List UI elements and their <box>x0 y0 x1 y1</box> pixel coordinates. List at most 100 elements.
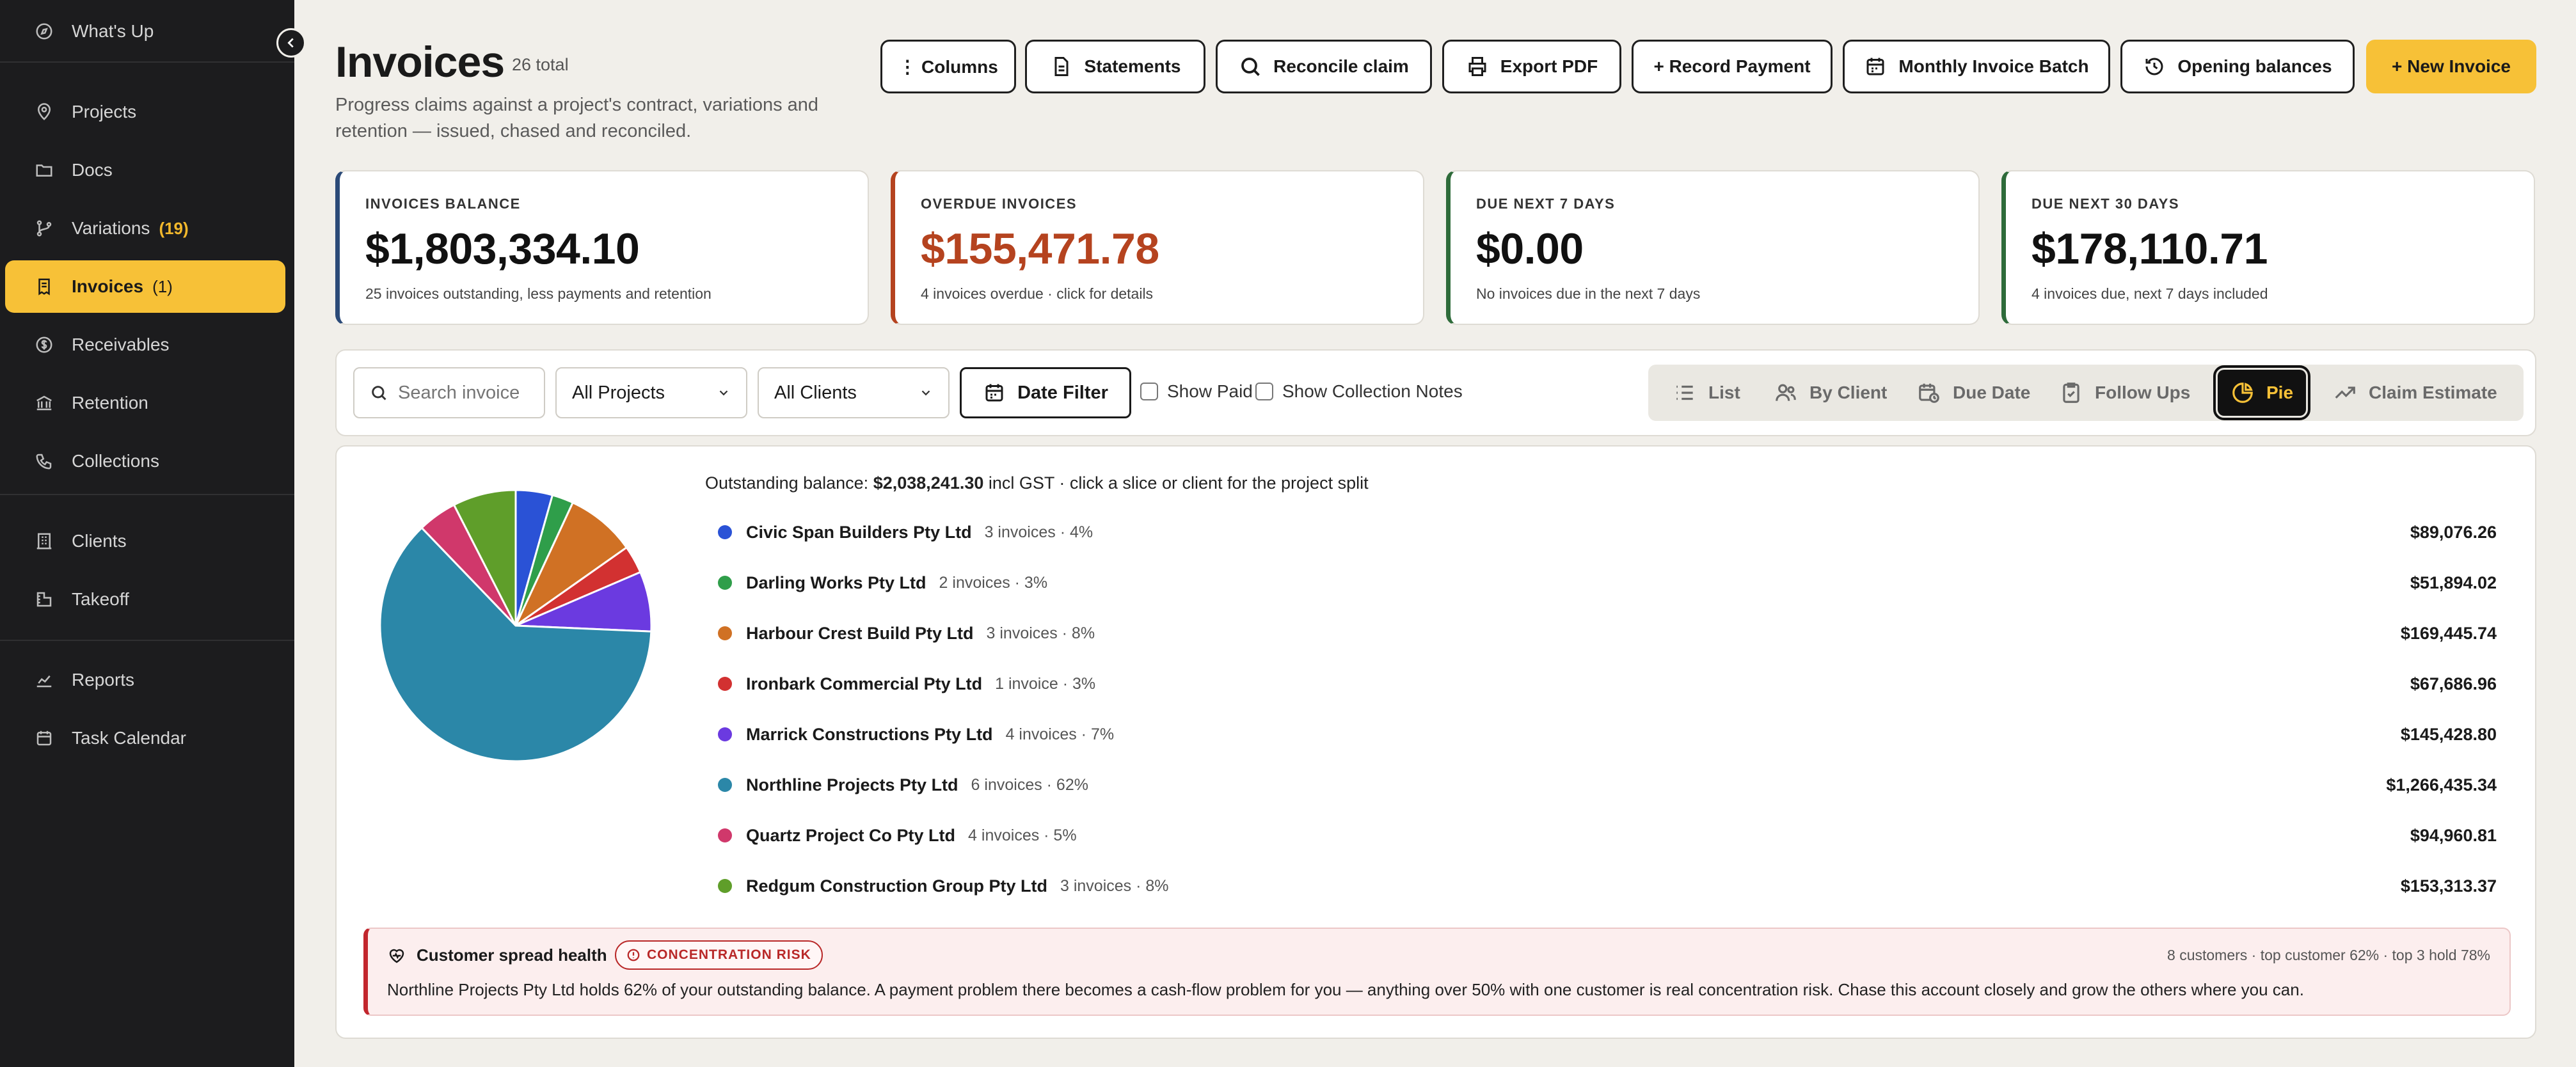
search-icon <box>372 386 386 400</box>
card-subtext: 25 invoices outstanding, less payments a… <box>365 285 712 302</box>
search-input[interactable] <box>398 382 520 404</box>
view-by-client-tab[interactable]: By Client <box>1761 370 1900 416</box>
compass-icon <box>35 22 54 41</box>
client-amount: $67,686.96 <box>2410 674 2497 693</box>
client-meta: 6 invoices · 62% <box>971 775 1088 794</box>
view-tab-label: List <box>1708 383 1740 402</box>
new-invoice-button[interactable]: + New Invoice <box>2366 40 2536 93</box>
sidebar-item-clients[interactable]: Clients <box>5 515 285 567</box>
heart-pulse-icon <box>389 949 404 963</box>
invoices-count: (1) <box>152 276 173 296</box>
sidebar-item-retention[interactable]: Retention <box>5 377 285 429</box>
collapse-sidebar-button[interactable] <box>276 28 306 58</box>
search-box[interactable] <box>353 367 545 418</box>
folder-icon <box>35 161 54 180</box>
client-row[interactable]: Quartz Project Co Pty Ltd 4 invoices · 5… <box>718 823 2497 848</box>
view-due-date-tab[interactable]: Due Date <box>1904 370 2043 416</box>
view-claim-estimate-tab[interactable]: Claim Estimate <box>2320 370 2510 416</box>
sidebar-item-collections[interactable]: Collections <box>5 435 285 487</box>
client-meta: 3 invoices · 8% <box>1060 876 1169 895</box>
reconcile-claim-button[interactable]: Reconcile claim <box>1216 40 1432 93</box>
show-collection-notes-checkbox[interactable]: Show Collection Notes <box>1255 381 1463 402</box>
sidebar-item-whats-up[interactable]: What's Up <box>5 5 285 58</box>
client-name: Northline Projects Pty Ltd <box>746 775 958 794</box>
sidebar-item-label: Takeoff <box>72 589 129 609</box>
sidebar-item-label: Variations <box>72 218 150 238</box>
legend-dot <box>718 576 732 590</box>
overdue-invoices-card[interactable]: OVERDUE INVOICES $155,471.78 4 invoices … <box>891 170 1424 325</box>
receipt-icon <box>35 277 54 296</box>
sidebar-item-reports[interactable]: Reports <box>5 654 285 706</box>
sidebar-item-invoices[interactable]: Invoices (1) <box>5 260 285 313</box>
client-name: Quartz Project Co Pty Ltd <box>746 825 956 845</box>
export-pdf-button[interactable]: Export PDF <box>1442 40 1621 93</box>
calendar-clock-icon <box>1919 383 1939 403</box>
building-icon <box>35 532 54 551</box>
columns-label: ⋮ Columns <box>898 56 998 77</box>
card-subtext: 4 invoices overdue · click for details <box>921 285 1154 302</box>
opening-balances-label: Opening balances <box>2177 56 2332 76</box>
badge-label: CONCENTRATION RISK <box>647 947 811 962</box>
view-pie-tab[interactable]: Pie <box>2213 365 2311 420</box>
client-name: Civic Span Builders Pty Ltd <box>746 522 972 542</box>
card-value: $0.00 <box>1476 225 1584 273</box>
page-title: Invoices <box>335 38 505 86</box>
columns-button[interactable]: ⋮ Columns <box>880 40 1016 93</box>
date-filter-label: Date Filter <box>1017 382 1108 403</box>
client-meta: 4 invoices · 5% <box>968 826 1077 844</box>
client-select[interactable]: All Clients <box>758 367 950 418</box>
card-subtext: No invoices due in the next 7 days <box>1476 285 1701 302</box>
client-row[interactable]: Marrick Constructions Pty Ltd 4 invoices… <box>718 722 2497 747</box>
record-payment-button[interactable]: + Record Payment <box>1632 40 1833 93</box>
view-tab-label: Claim Estimate <box>2369 383 2497 402</box>
chevron-down-icon <box>719 390 728 396</box>
client-row[interactable]: Redgum Construction Group Pty Ltd 3 invo… <box>718 873 2497 899</box>
client-row[interactable]: Harbour Crest Build Pty Ltd 3 invoices ·… <box>718 620 2497 646</box>
client-pie-chart[interactable] <box>375 485 656 766</box>
monthly-invoice-batch-button[interactable]: Monthly Invoice Batch <box>1843 40 2110 93</box>
outstanding-amount: $2,038,241.30 <box>873 473 984 493</box>
client-row[interactable]: Darling Works Pty Ltd 2 invoices · 3% $5… <box>718 570 2497 596</box>
client-row[interactable]: Northline Projects Pty Ltd 6 invoices · … <box>718 772 2497 798</box>
invoices-balance-card[interactable]: INVOICES BALANCE $1,803,334.10 25 invoic… <box>335 170 869 325</box>
filter-bar: All Projects All Clients Date Filter Sho… <box>335 349 2536 436</box>
client-name: Ironbark Commercial Pty Ltd <box>746 674 983 693</box>
outstanding-balance-summary: Outstanding balance: $2,038,241.30 incl … <box>705 473 1369 493</box>
health-message: Northline Projects Pty Ltd holds 62% of … <box>387 980 2304 999</box>
show-paid-checkbox[interactable]: Show Paid <box>1140 381 1253 402</box>
due-next-30-days-card[interactable]: DUE NEXT 30 DAYS $178,110.71 4 invoices … <box>2001 170 2535 325</box>
view-follow-ups-tab[interactable]: Follow Ups <box>2046 370 2203 416</box>
client-row[interactable]: Ironbark Commercial Pty Ltd 1 invoice · … <box>718 671 2497 697</box>
sidebar-item-projects[interactable]: Projects <box>5 86 285 138</box>
card-label: OVERDUE INVOICES <box>921 196 1077 212</box>
export-pdf-label: Export PDF <box>1500 56 1598 76</box>
chevron-left-icon <box>287 38 294 48</box>
view-list-tab[interactable]: List <box>1660 370 1753 416</box>
sidebar-item-label: Projects <box>72 102 137 122</box>
legend-dot <box>718 727 732 741</box>
search-icon <box>1241 58 1260 76</box>
pin-icon <box>35 102 54 122</box>
checkbox-box[interactable] <box>1255 383 1273 400</box>
customer-spread-health-alert: Customer spread health CONCENTRATION RIS… <box>363 928 2511 1016</box>
statements-button[interactable]: Statements <box>1025 40 1205 93</box>
opening-balances-button[interactable]: Opening balances <box>2120 40 2355 93</box>
variations-count: (19) <box>159 218 189 238</box>
sidebar-item-receivables[interactable]: Receivables <box>5 319 285 371</box>
checkbox-box[interactable] <box>1140 383 1158 400</box>
sidebar-item-docs[interactable]: Docs <box>5 144 285 196</box>
sidebar-item-takeoff[interactable]: Takeoff <box>5 573 285 626</box>
client-row[interactable]: Civic Span Builders Pty Ltd 3 invoices ·… <box>718 519 2497 545</box>
sidebar-item-label: Invoices <box>72 276 144 296</box>
sidebar-item-task-calendar[interactable]: Task Calendar <box>5 712 285 764</box>
project-select[interactable]: All Projects <box>555 367 747 418</box>
date-filter-button[interactable]: Date Filter <box>960 367 1131 418</box>
due-next-7-days-card[interactable]: DUE NEXT 7 DAYS $0.00 No invoices due in… <box>1446 170 1980 325</box>
sidebar-item-variations[interactable]: Variations (19) <box>5 202 285 255</box>
legend-dot <box>718 677 732 691</box>
legend-dot <box>718 879 732 893</box>
chart-icon <box>35 670 54 690</box>
card-value: $1,803,334.10 <box>365 225 640 273</box>
client-amount: $89,076.26 <box>2410 522 2497 542</box>
reconcile-claim-label: Reconcile claim <box>1273 56 1409 76</box>
